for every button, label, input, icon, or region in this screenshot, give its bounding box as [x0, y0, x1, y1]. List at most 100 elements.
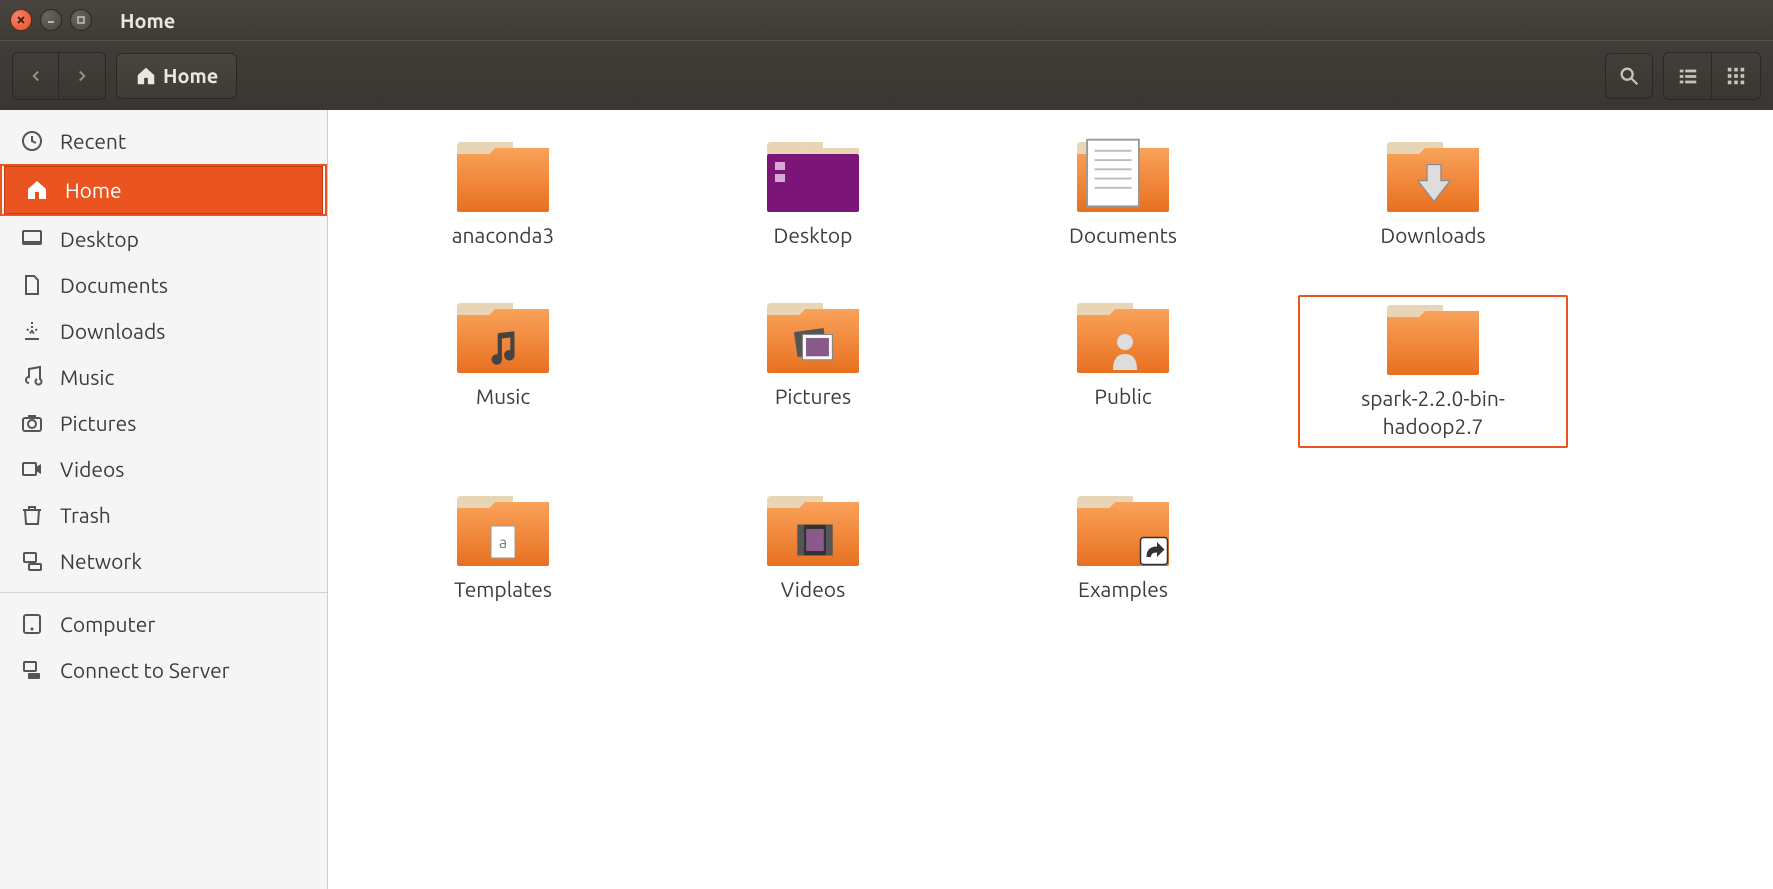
- folder-desktop[interactable]: Desktop: [678, 134, 948, 255]
- folder-icon-pictures: [763, 301, 863, 375]
- sidebar-item-connect-server[interactable]: Connect to Server: [0, 647, 327, 693]
- sidebar-item-home[interactable]: Home: [4, 166, 323, 214]
- sidebar-item-label: Network: [60, 549, 142, 573]
- folder-label: Public: [1094, 383, 1151, 410]
- home-icon: [135, 65, 157, 87]
- search-button[interactable]: [1605, 53, 1653, 99]
- sidebar-item-label: Computer: [60, 612, 155, 636]
- folder-label: spark-2.2.0-bin-hadoop2.7: [1333, 385, 1533, 440]
- music-overlay-icon: [483, 327, 525, 369]
- chevron-left-icon: [27, 67, 45, 85]
- breadcrumb-home[interactable]: Home: [116, 53, 237, 99]
- download-overlay-icon: [1411, 160, 1457, 206]
- window-title: Home: [120, 9, 175, 32]
- folder-downloads[interactable]: Downloads: [1298, 134, 1568, 255]
- folder-icon-templates: a: [453, 494, 553, 568]
- template-overlay-icon: a: [485, 520, 525, 564]
- folder-label: Pictures: [775, 383, 851, 410]
- sidebar-item-label: Connect to Server: [60, 658, 230, 682]
- download-icon: [20, 319, 44, 343]
- toolbar: Home: [0, 40, 1773, 110]
- computer-icon: [20, 612, 44, 636]
- pictures-overlay-icon: [791, 323, 837, 369]
- list-icon: [1677, 65, 1699, 87]
- server-icon: [20, 658, 44, 682]
- folder-icon-documents: [1073, 140, 1173, 214]
- folder-label: Documents: [1069, 222, 1177, 249]
- folder-anaconda3[interactable]: anaconda3: [368, 134, 638, 255]
- folder-music[interactable]: Music: [368, 295, 638, 448]
- folder-icon-desktop: [763, 140, 863, 214]
- main-area: Recent Home Desktop Documents Downloads …: [0, 110, 1773, 889]
- trash-icon: [20, 503, 44, 527]
- sidebar-item-label: Recent: [60, 129, 126, 153]
- sidebar-item-label: Trash: [60, 503, 111, 527]
- search-icon: [1618, 65, 1640, 87]
- window-close-button[interactable]: [10, 9, 32, 31]
- sidebar-item-label: Videos: [60, 457, 124, 481]
- icon-grid: anaconda3 Desktop Documents: [368, 134, 1568, 609]
- folder-pictures[interactable]: Pictures: [678, 295, 948, 448]
- folder-label: Videos: [781, 576, 845, 603]
- network-icon: [20, 549, 44, 573]
- sidebar-item-recent[interactable]: Recent: [0, 118, 327, 164]
- sidebar-item-music[interactable]: Music: [0, 354, 327, 400]
- back-button[interactable]: [13, 53, 59, 99]
- sidebar-home-highlight: Home: [0, 164, 327, 216]
- sidebar-item-videos[interactable]: Videos: [0, 446, 327, 492]
- sidebar-item-label: Music: [60, 365, 114, 389]
- view-toggle-group: [1663, 52, 1761, 100]
- sidebar-item-downloads[interactable]: Downloads: [0, 308, 327, 354]
- folder-icon-examples: [1073, 494, 1173, 568]
- document-icon: [20, 273, 44, 297]
- folder-icon: [1383, 303, 1483, 377]
- folder-icon-videos: [763, 494, 863, 568]
- sidebar-item-label: Desktop: [60, 227, 139, 251]
- sidebar-item-label: Documents: [60, 273, 168, 297]
- list-view-button[interactable]: [1664, 53, 1712, 99]
- sidebar-item-computer[interactable]: Computer: [0, 601, 327, 647]
- folder-public[interactable]: Public: [988, 295, 1258, 448]
- person-overlay-icon: [1105, 327, 1145, 373]
- shortcut-overlay-icon: [1139, 536, 1169, 566]
- folder-icon-downloads: [1383, 140, 1483, 214]
- forward-button[interactable]: [59, 53, 105, 99]
- nav-group: [12, 52, 106, 100]
- svg-text:a: a: [499, 534, 507, 552]
- music-icon: [20, 365, 44, 389]
- sidebar-item-trash[interactable]: Trash: [0, 492, 327, 538]
- folder-icon: [453, 140, 553, 214]
- folder-documents[interactable]: Documents: [988, 134, 1258, 255]
- clock-icon: [20, 129, 44, 153]
- folder-label: Downloads: [1380, 222, 1485, 249]
- breadcrumb: Home: [116, 53, 237, 99]
- folder-icon-public: [1073, 301, 1173, 375]
- folder-videos[interactable]: Videos: [678, 488, 948, 609]
- folder-label: anaconda3: [452, 222, 554, 249]
- home-icon: [25, 178, 49, 202]
- window-minimize-button[interactable]: [40, 9, 62, 31]
- folder-spark[interactable]: spark-2.2.0-bin-hadoop2.7: [1298, 295, 1568, 448]
- document-overlay-icon: [1063, 136, 1163, 210]
- sidebar: Recent Home Desktop Documents Downloads …: [0, 110, 328, 889]
- folder-label: Templates: [454, 576, 552, 603]
- folder-label: Music: [476, 383, 530, 410]
- grid-view-button[interactable]: [1712, 53, 1760, 99]
- sidebar-item-desktop[interactable]: Desktop: [0, 216, 327, 262]
- chevron-right-icon: [73, 67, 91, 85]
- sidebar-divider: [0, 592, 327, 593]
- folder-label: Desktop: [774, 222, 853, 249]
- close-icon: [16, 15, 26, 25]
- maximize-icon: [76, 15, 86, 25]
- grid-icon: [1725, 65, 1747, 87]
- sidebar-item-documents[interactable]: Documents: [0, 262, 327, 308]
- desktop-icon: [20, 227, 44, 251]
- video-icon: [20, 457, 44, 481]
- video-overlay-icon: [793, 518, 837, 562]
- sidebar-item-pictures[interactable]: Pictures: [0, 400, 327, 446]
- window-maximize-button[interactable]: [70, 9, 92, 31]
- folder-templates[interactable]: a Templates: [368, 488, 638, 609]
- minimize-icon: [46, 15, 56, 25]
- folder-examples[interactable]: Examples: [988, 488, 1258, 609]
- sidebar-item-network[interactable]: Network: [0, 538, 327, 584]
